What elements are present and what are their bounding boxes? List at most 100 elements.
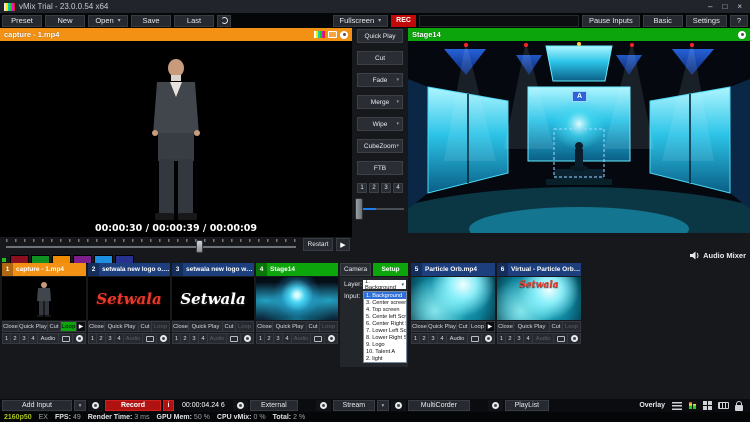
layer-input-option[interactable]: 10. Talent A xyxy=(364,348,406,355)
grid-view-icon[interactable] xyxy=(703,401,712,410)
preview-monitor[interactable]: 00:00:30 / 00:00:39 / 00:00:09 xyxy=(0,41,352,237)
close-button[interactable]: Close xyxy=(497,321,514,332)
close-button[interactable]: × xyxy=(737,2,742,11)
overlay-1-button[interactable]: 1 xyxy=(2,333,11,344)
close-button[interactable]: Close xyxy=(411,321,428,332)
close-button[interactable]: Close xyxy=(88,321,105,332)
gear-icon[interactable] xyxy=(340,31,348,39)
input-thumbnail[interactable]: Setwala xyxy=(88,277,170,320)
quick-play-button[interactable]: Quick Play xyxy=(189,321,223,332)
input-tab[interactable]: 4 Stage14 xyxy=(256,263,338,276)
tbar-handle[interactable] xyxy=(355,198,363,220)
loop-button[interactable]: Loop xyxy=(320,321,338,332)
input-thumbnail[interactable]: Setwala xyxy=(497,277,581,320)
ftb-button[interactable]: FTB xyxy=(357,161,403,175)
colorbars-icon[interactable] xyxy=(314,31,325,38)
loop-button[interactable]: Loop xyxy=(236,321,254,332)
overlay-2-button[interactable]: 2 xyxy=(420,333,429,344)
overlay-4-button[interactable]: 4 xyxy=(393,183,403,193)
new-button[interactable]: New xyxy=(45,15,85,27)
layer-input-option[interactable]: 8. Lower Right Scre xyxy=(364,334,406,341)
fullscreen-button[interactable]: Fullscreen▾ xyxy=(333,15,389,27)
settings-button[interactable]: Settings xyxy=(686,15,727,27)
overlay-3-button[interactable]: 3 xyxy=(515,333,524,344)
cut-button[interactable]: Cut xyxy=(139,321,152,332)
open-button[interactable]: Open▾ xyxy=(88,15,128,27)
overlay-4-button[interactable]: 4 xyxy=(283,333,292,344)
merge-button[interactable]: Merge▾ xyxy=(357,95,403,109)
overlay-4-button[interactable]: 4 xyxy=(438,333,447,344)
overlay-3-button[interactable]: 3 xyxy=(106,333,115,344)
external-settings-button[interactable] xyxy=(233,400,248,411)
playlist-settings-button[interactable] xyxy=(488,400,503,411)
loop-button[interactable]: Loop xyxy=(61,321,77,332)
quick-play-button[interactable]: Quick Play xyxy=(357,29,403,43)
fullscreen-button[interactable] xyxy=(311,333,325,344)
input-tab[interactable]: 5 Particle Orb.mp4 xyxy=(411,263,495,276)
overlay-2-button[interactable]: 2 xyxy=(506,333,515,344)
quick-play-button[interactable]: Quick Play xyxy=(273,321,307,332)
input-tab[interactable]: 1 capture - 1.mp4 xyxy=(2,263,86,276)
loop-button[interactable]: Loop xyxy=(152,321,170,332)
multicorder-button[interactable]: MultiCorder xyxy=(408,400,470,411)
overlay-2-button[interactable]: 2 xyxy=(97,333,106,344)
settings-button[interactable] xyxy=(482,333,495,344)
record-button[interactable]: Record xyxy=(105,400,161,411)
layer-input-option[interactable]: 7. Lower Left Scree xyxy=(364,327,406,334)
layer-input-option[interactable]: 4. Top screen xyxy=(364,306,406,313)
tab-setup[interactable]: Setup xyxy=(373,263,408,276)
multicorder-settings-button[interactable] xyxy=(391,400,406,411)
audio-button[interactable]: Audio xyxy=(38,333,59,344)
audio-button[interactable]: Audio xyxy=(208,333,227,344)
overlay-3-button[interactable]: 3 xyxy=(429,333,438,344)
overlay-4-button[interactable]: 4 xyxy=(199,333,208,344)
overlay-3-button[interactable]: 3 xyxy=(381,183,391,193)
chevron-down-icon[interactable]: ▾ xyxy=(396,77,399,83)
fullscreen-monitor-icon[interactable] xyxy=(328,31,337,38)
pause-inputs-button[interactable]: Pause Inputs xyxy=(582,15,640,27)
input-thumbnail[interactable] xyxy=(411,277,495,320)
restart-button[interactable]: Restart xyxy=(303,238,333,251)
tab-camera[interactable]: Camera xyxy=(340,263,371,276)
cut-button[interactable]: Cut xyxy=(223,321,236,332)
scrubber-track[interactable] xyxy=(6,246,296,248)
overlay-2-button[interactable]: 2 xyxy=(265,333,274,344)
overlay-3-button[interactable]: 3 xyxy=(274,333,283,344)
list-view-icon[interactable] xyxy=(672,402,682,410)
audio-button[interactable]: Audio xyxy=(533,333,554,344)
settings-button[interactable] xyxy=(241,333,254,344)
play-button[interactable]: ▶ xyxy=(77,321,86,332)
input-tab[interactable]: 3 setwala new logo w.png xyxy=(172,263,254,276)
input-tab[interactable]: 2 setwala new logo o.png xyxy=(88,263,170,276)
overlay-3-button[interactable]: 3 xyxy=(20,333,29,344)
overlay-2-button[interactable]: 2 xyxy=(369,183,379,193)
chevron-down-icon[interactable]: ▾ xyxy=(396,121,399,127)
quick-play-button[interactable]: Quick Play xyxy=(428,321,457,332)
help-button[interactable]: ? xyxy=(730,15,748,27)
playlist-button[interactable]: PlayList xyxy=(505,400,549,411)
loop-button[interactable]: Loop xyxy=(563,321,581,332)
quick-play-button[interactable]: Quick Play xyxy=(19,321,48,332)
quick-play-button[interactable]: Quick Play xyxy=(514,321,550,332)
layer-input-option[interactable]: 2. light xyxy=(364,355,406,362)
overlay-4-button[interactable]: 4 xyxy=(524,333,533,344)
keyboard-icon[interactable] xyxy=(718,402,729,409)
layer-input-option[interactable]: 6. Center Right Scre xyxy=(364,320,406,327)
input-thumbnail[interactable] xyxy=(2,277,86,320)
undo-button[interactable] xyxy=(217,15,231,27)
preset-button[interactable]: Preset xyxy=(2,15,42,27)
audio-mixer-toggle[interactable]: Audio Mixer xyxy=(690,251,746,260)
overlay-2-button[interactable]: 2 xyxy=(11,333,20,344)
play-button[interactable]: ▶ xyxy=(486,321,495,332)
cut-button[interactable]: Cut xyxy=(357,51,403,65)
stream-button[interactable]: Stream xyxy=(333,400,375,411)
layer-input-option[interactable]: 5. Cente left Scren xyxy=(364,313,406,320)
overlay-1-button[interactable]: 1 xyxy=(497,333,506,344)
stream-dropdown[interactable]: ▾ xyxy=(377,400,389,411)
gear-icon[interactable] xyxy=(738,31,746,39)
audio-button[interactable]: Audio xyxy=(292,333,311,344)
overlay-4-button[interactable]: 4 xyxy=(29,333,38,344)
maximize-button[interactable]: □ xyxy=(722,2,727,11)
minimize-button[interactable]: – xyxy=(708,2,712,11)
record-settings-button[interactable] xyxy=(88,400,103,411)
